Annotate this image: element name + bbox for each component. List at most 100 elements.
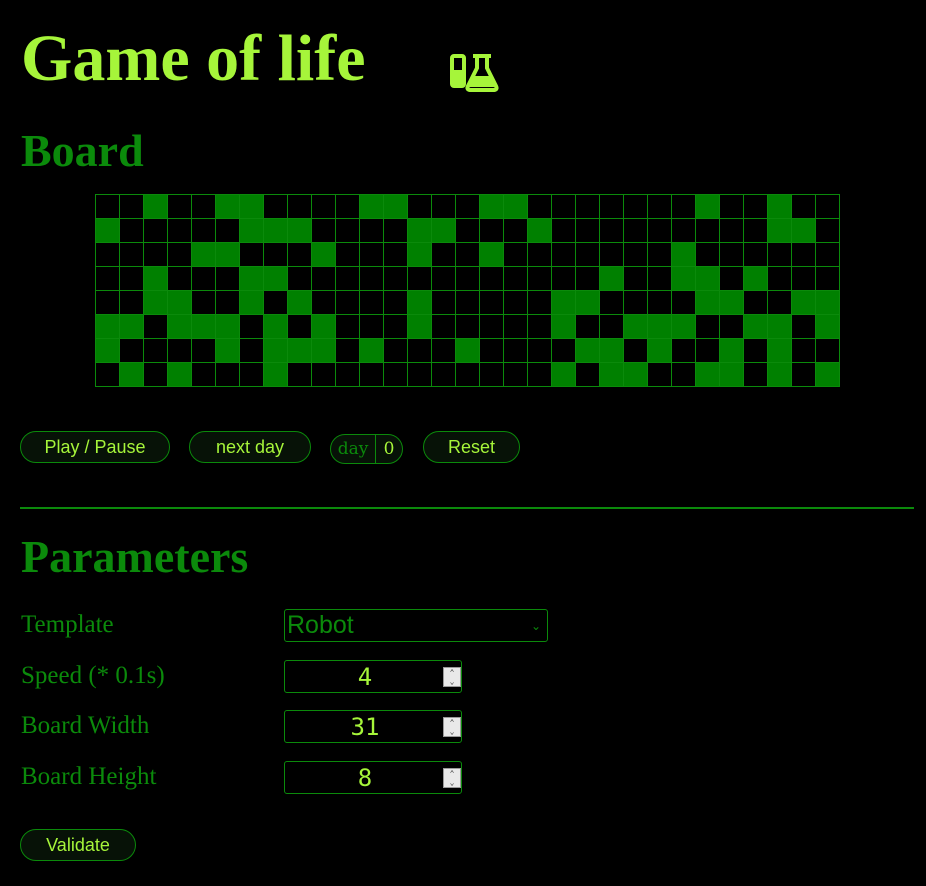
board-cell[interactable] xyxy=(312,267,336,291)
board-cell[interactable] xyxy=(528,195,552,219)
board-cell[interactable] xyxy=(336,339,360,363)
board-cell[interactable] xyxy=(192,339,216,363)
board-cell[interactable] xyxy=(456,243,480,267)
board-cell[interactable] xyxy=(144,219,168,243)
board-cell[interactable] xyxy=(624,243,648,267)
board-cell[interactable] xyxy=(648,315,672,339)
board-cell[interactable] xyxy=(408,363,432,387)
board-cell[interactable] xyxy=(120,267,144,291)
board-cell[interactable] xyxy=(120,219,144,243)
board-cell[interactable] xyxy=(480,315,504,339)
board-cell[interactable] xyxy=(768,315,792,339)
board-cell[interactable] xyxy=(456,219,480,243)
board-cell[interactable] xyxy=(792,315,816,339)
board-cell[interactable] xyxy=(216,219,240,243)
board-cell[interactable] xyxy=(696,291,720,315)
board-cell[interactable] xyxy=(288,315,312,339)
board-cell[interactable] xyxy=(192,195,216,219)
next-day-button[interactable]: next day xyxy=(189,431,311,463)
board-cell[interactable] xyxy=(504,267,528,291)
board-cell[interactable] xyxy=(432,291,456,315)
board-cell[interactable] xyxy=(312,243,336,267)
board-cell[interactable] xyxy=(576,339,600,363)
board-cell[interactable] xyxy=(288,339,312,363)
board-cell[interactable] xyxy=(624,339,648,363)
board-cell[interactable] xyxy=(816,339,840,363)
board-cell[interactable] xyxy=(792,219,816,243)
board-cell[interactable] xyxy=(552,267,576,291)
board-cell[interactable] xyxy=(456,315,480,339)
board-cell[interactable] xyxy=(816,243,840,267)
board-cell[interactable] xyxy=(432,363,456,387)
board-cell[interactable] xyxy=(120,363,144,387)
board-cell[interactable] xyxy=(456,291,480,315)
board-cell[interactable] xyxy=(360,195,384,219)
board-cell[interactable] xyxy=(600,291,624,315)
board-cell[interactable] xyxy=(240,219,264,243)
board-cell[interactable] xyxy=(624,315,648,339)
board-cell[interactable] xyxy=(240,291,264,315)
board-cell[interactable] xyxy=(216,339,240,363)
board-cell[interactable] xyxy=(528,243,552,267)
board-cell[interactable] xyxy=(600,267,624,291)
board-cell[interactable] xyxy=(336,219,360,243)
board-cell[interactable] xyxy=(288,363,312,387)
board-cell[interactable] xyxy=(120,243,144,267)
board-cell[interactable] xyxy=(168,339,192,363)
board-cell[interactable] xyxy=(672,219,696,243)
board-cell[interactable] xyxy=(264,195,288,219)
board-cell[interactable] xyxy=(96,267,120,291)
board-cell[interactable] xyxy=(768,363,792,387)
board-cell[interactable] xyxy=(144,291,168,315)
board-cell[interactable] xyxy=(720,243,744,267)
board-cell[interactable] xyxy=(480,243,504,267)
board-cell[interactable] xyxy=(696,219,720,243)
board-cell[interactable] xyxy=(720,315,744,339)
play-pause-button[interactable]: Play / Pause xyxy=(20,431,170,463)
board-cell[interactable] xyxy=(432,243,456,267)
board-cell[interactable] xyxy=(240,363,264,387)
board-cell[interactable] xyxy=(696,315,720,339)
board-cell[interactable] xyxy=(576,219,600,243)
board-height-input[interactable]: 8 ⌃ ⌄ xyxy=(284,761,462,794)
board-cell[interactable] xyxy=(120,339,144,363)
board-cell[interactable] xyxy=(144,195,168,219)
board-cell[interactable] xyxy=(600,315,624,339)
board-cell[interactable] xyxy=(648,243,672,267)
board-cell[interactable] xyxy=(504,291,528,315)
board-cell[interactable] xyxy=(792,363,816,387)
board-cell[interactable] xyxy=(816,291,840,315)
board-cell[interactable] xyxy=(624,291,648,315)
board-cell[interactable] xyxy=(288,219,312,243)
board-cell[interactable] xyxy=(648,291,672,315)
board-cell[interactable] xyxy=(144,267,168,291)
board-cell[interactable] xyxy=(744,195,768,219)
board-cell[interactable] xyxy=(624,267,648,291)
board-cell[interactable] xyxy=(384,315,408,339)
reset-button[interactable]: Reset xyxy=(423,431,520,463)
board-cell[interactable] xyxy=(576,243,600,267)
board-cell[interactable] xyxy=(384,243,408,267)
board-cell[interactable] xyxy=(504,339,528,363)
board-cell[interactable] xyxy=(720,267,744,291)
board-cell[interactable] xyxy=(192,291,216,315)
board-cell[interactable] xyxy=(192,363,216,387)
board-cell[interactable] xyxy=(384,195,408,219)
board-cell[interactable] xyxy=(432,219,456,243)
board-cell[interactable] xyxy=(216,315,240,339)
board-cell[interactable] xyxy=(96,339,120,363)
board-cell[interactable] xyxy=(168,243,192,267)
board-cell[interactable] xyxy=(696,267,720,291)
board-cell[interactable] xyxy=(240,267,264,291)
board-cell[interactable] xyxy=(576,195,600,219)
board-cell[interactable] xyxy=(96,363,120,387)
board-cell[interactable] xyxy=(360,219,384,243)
board-cell[interactable] xyxy=(96,315,120,339)
board-cell[interactable] xyxy=(384,219,408,243)
board-cell[interactable] xyxy=(384,291,408,315)
board-cell[interactable] xyxy=(648,219,672,243)
board-cell[interactable] xyxy=(288,195,312,219)
board-cell[interactable] xyxy=(720,339,744,363)
board-cell[interactable] xyxy=(600,219,624,243)
board-cell[interactable] xyxy=(744,363,768,387)
